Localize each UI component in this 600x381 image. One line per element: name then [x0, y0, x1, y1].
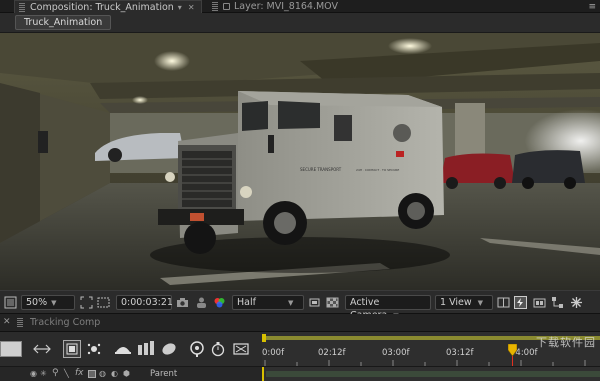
resolution-select[interactable]: Half ▼: [232, 295, 304, 310]
viewer-toolbar: 50%▼ 0:00:03:21 Half▼ Active Camera▼ 1 V…: [0, 290, 600, 321]
timeline-tab-bar: ✕ Tracking Comp: [0, 314, 600, 332]
stopwatch-icon[interactable]: [211, 341, 225, 360]
layer-column-header: ◉ ✳ ⚲ ╲ fx ◍ ◐ ⬢ Parent: [0, 366, 600, 381]
pixel-aspect-icon[interactable]: [497, 295, 510, 310]
always-preview-icon[interactable]: [4, 295, 17, 310]
camera-select[interactable]: Active Camera▼: [345, 295, 431, 321]
timecode-button[interactable]: 0:00:03:21: [116, 295, 173, 310]
fast-previews-icon[interactable]: [514, 295, 527, 310]
hide-shy-layers-icon[interactable]: [86, 342, 102, 359]
panel-menu-icon[interactable]: ≡: [588, 2, 596, 12]
motion-blur-icon[interactable]: [137, 341, 155, 360]
fx-switch-icon[interactable]: fx: [75, 368, 84, 378]
timecode-value: 0:00:03:21: [116, 295, 173, 310]
truck-panel-text: SECURE TRANSPORT: [300, 167, 342, 172]
brainstorm-icon[interactable]: [188, 340, 206, 361]
tab-composition-label: Composition: Truck_Animation: [30, 1, 174, 13]
collapse-icon[interactable]: ╲: [64, 369, 69, 378]
tab-dropdown-icon[interactable]: ▾: [178, 3, 182, 12]
3d-layer-switch-icon[interactable]: ⬢: [123, 369, 130, 378]
shy-switch-icon[interactable]: ⚲: [52, 368, 59, 378]
tab-tracking-comp[interactable]: Tracking Comp: [30, 317, 100, 328]
transparency-grid-icon[interactable]: [326, 295, 339, 310]
ruler-tick-label: 0:00f: [262, 348, 285, 358]
live-update-icon[interactable]: [233, 341, 251, 360]
tab-grip-icon[interactable]: [19, 2, 25, 12]
truck-panel-text-2: 24H · CONTACT · TO SECURE: [356, 168, 399, 172]
color-channels-icon[interactable]: [213, 295, 226, 310]
lock-icon[interactable]: [223, 3, 230, 10]
resolution-frame-icon[interactable]: [80, 295, 93, 310]
comp-navigator-bar: Truck_Animation: [0, 13, 600, 33]
timeline-controls: 0:00f 02:12f 03:00f 03:12f 04:00f 下载软件园: [0, 332, 600, 366]
solo-icon[interactable]: ✳: [40, 369, 47, 378]
ruler-tick-label: 03:00f: [382, 348, 410, 358]
comp-mini-flowchart-icon[interactable]: [33, 343, 51, 358]
watermark-text: 下载软件园: [536, 336, 596, 349]
view-layout-select[interactable]: 1 View ▼: [435, 295, 493, 310]
layer-track-bar[interactable]: [262, 367, 600, 381]
tab-layer-label: Layer: MVI_8164.MOV: [234, 1, 338, 12]
time-search-field[interactable]: [0, 341, 22, 357]
resolution-value: Half: [237, 297, 256, 308]
views-value: 1 View: [440, 297, 472, 308]
flowchart-icon[interactable]: [551, 295, 564, 310]
tab-composition[interactable]: Composition: Truck_Animation ▾ ✕: [14, 0, 202, 13]
ruler-tick-label: 02:12f: [318, 348, 346, 358]
tab-layer[interactable]: Layer: MVI_8164.MOV ≡: [208, 0, 600, 13]
scene-image: SECURE TRANSPORT 24H · CONTACT · TO SECU…: [0, 33, 600, 290]
tab-grip-icon[interactable]: [17, 318, 23, 327]
layer-duration-bar[interactable]: [266, 371, 600, 377]
video-switch-icon[interactable]: ◉: [30, 369, 37, 378]
timeline-close-icon[interactable]: ✕: [3, 317, 11, 327]
zoom-value: 50%: [26, 297, 48, 308]
graph-editor-icon[interactable]: [161, 341, 177, 360]
ruler-tick-label: 03:12f: [446, 348, 474, 358]
region-of-interest-icon[interactable]: [308, 295, 321, 310]
draft-3d-icon[interactable]: [63, 340, 81, 361]
current-time-indicator[interactable]: [507, 343, 518, 357]
timeline-icon[interactable]: [533, 295, 546, 310]
parent-column-label: Parent: [150, 369, 178, 379]
title-safe-icon[interactable]: [97, 295, 110, 310]
adjustment-switch-icon[interactable]: ◐: [111, 369, 118, 378]
frame-blend-switch-icon[interactable]: [88, 370, 96, 378]
reset-exposure-icon[interactable]: [570, 295, 583, 310]
composition-viewer[interactable]: SECURE TRANSPORT 24H · CONTACT · TO SECU…: [0, 33, 600, 290]
close-tab-icon[interactable]: ✕: [188, 3, 195, 12]
snapshot-camera-icon[interactable]: [176, 295, 189, 310]
motion-blur-switch-icon[interactable]: ◍: [99, 369, 106, 378]
tab-grip-icon[interactable]: [212, 2, 218, 11]
breadcrumb[interactable]: Truck_Animation: [15, 15, 112, 30]
show-snapshot-icon[interactable]: [195, 295, 208, 310]
frame-blending-icon[interactable]: [114, 342, 132, 359]
panel-tab-bar: Composition: Truck_Animation ▾ ✕ Layer: …: [0, 0, 600, 13]
current-time-line: [512, 356, 513, 366]
zoom-select[interactable]: 50% ▼: [21, 295, 75, 310]
time-ruler[interactable]: 0:00f 02:12f 03:00f 03:12f 04:00f 下载软件园: [262, 332, 600, 366]
